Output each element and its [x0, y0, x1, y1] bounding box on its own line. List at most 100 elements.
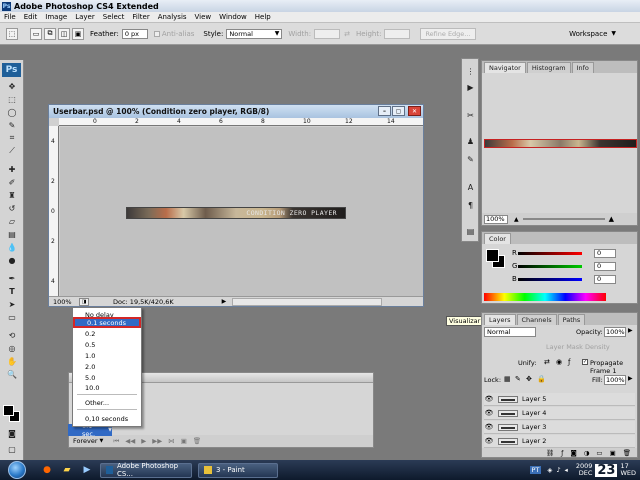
lock-position-icon[interactable]: ✥ — [526, 375, 532, 383]
lock-transparent-icon[interactable]: ▦ — [504, 375, 511, 383]
layer-row[interactable]: 👁 Layer 2 — [484, 435, 635, 448]
blue-slider[interactable] — [518, 277, 582, 281]
folder-icon[interactable]: ▰ — [60, 463, 74, 477]
healing-tool-icon[interactable]: ✚ — [6, 164, 18, 174]
zoom-slider[interactable] — [522, 218, 605, 220]
lock-image-icon[interactable]: ✎ — [515, 375, 521, 383]
unify-style-icon[interactable]: ƒ — [568, 358, 570, 366]
lasso-tool-icon[interactable]: ◯ — [6, 107, 18, 117]
notes-icon[interactable]: ▤ — [464, 225, 477, 237]
marquee-tool-preset-icon[interactable]: ⬚ — [6, 27, 18, 40]
menu-help[interactable]: Help — [251, 13, 275, 21]
language-indicator[interactable]: PT — [529, 466, 542, 474]
dodge-tool-icon[interactable]: ● — [6, 255, 18, 265]
delay-option-selected[interactable]: 0.1 seconds — [73, 317, 141, 328]
opacity-input[interactable]: 100% — [604, 327, 626, 337]
swap-icon[interactable]: ⇄ — [344, 30, 350, 38]
grip-icon[interactable]: ⋮ — [464, 65, 477, 77]
tab-histogram[interactable]: Histogram — [526, 62, 571, 73]
move-tool-icon[interactable]: ✥ — [6, 81, 18, 91]
delay-option[interactable]: 0.2 — [73, 328, 141, 339]
pen-tool-icon[interactable]: ✒ — [6, 273, 18, 283]
task-photoshop[interactable]: Adobe Photoshop CS... — [100, 462, 192, 478]
path-selection-tool-icon[interactable]: ➤ — [6, 299, 18, 309]
color-foreground-swatch[interactable] — [486, 249, 499, 262]
crop-tool-icon[interactable]: ⌗ — [6, 133, 18, 143]
tab-channels[interactable]: Channels — [516, 314, 557, 325]
menu-window[interactable]: Window — [215, 13, 251, 21]
menu-image[interactable]: Image — [41, 13, 71, 21]
delete-frame-icon[interactable]: 🗑 — [193, 437, 201, 445]
marquee-tool-icon[interactable]: ⬚ — [6, 94, 18, 104]
new-selection-icon[interactable]: ▭ — [30, 27, 42, 40]
tab-color[interactable]: Color — [484, 233, 511, 244]
loop-chevron-icon[interactable]: ▼ — [100, 438, 104, 444]
delay-option-current[interactable]: 0,10 seconds — [73, 413, 141, 424]
unify-position-icon[interactable]: ⇄ — [544, 358, 550, 366]
intersect-selection-icon[interactable]: ▣ — [72, 27, 84, 40]
status-arrow-icon[interactable]: ▶ — [222, 298, 227, 305]
tween-icon[interactable]: ⋈ — [168, 437, 175, 445]
lock-all-icon[interactable]: 🔒 — [537, 375, 546, 383]
navigator-zoom[interactable]: 100% — [484, 214, 508, 224]
minimize-button[interactable]: – — [378, 106, 391, 116]
quick-mask-icon[interactable]: ◙ — [6, 428, 18, 438]
tab-info[interactable]: Info — [571, 62, 594, 73]
maximize-button[interactable]: ▢ — [392, 106, 405, 116]
tab-navigator[interactable]: Navigator — [484, 62, 526, 73]
menu-view[interactable]: View — [191, 13, 216, 21]
menu-edit[interactable]: Edit — [20, 13, 42, 21]
new-layer-icon[interactable]: ▣ — [610, 449, 616, 457]
subtract-selection-icon[interactable]: ◫ — [58, 27, 70, 40]
style-select[interactable]: Normal ▼ — [226, 28, 283, 39]
delay-option[interactable]: 10.0 — [73, 382, 141, 393]
fill-arrow-icon[interactable]: ▶ — [628, 375, 633, 382]
visibility-eye-icon[interactable]: 👁 — [484, 395, 494, 403]
refine-edge-button[interactable]: Refine Edge... — [420, 27, 476, 40]
menu-filter[interactable]: Filter — [128, 13, 153, 21]
red-slider[interactable] — [518, 251, 582, 255]
3d-rotate-tool-icon[interactable]: ⟲ — [6, 330, 18, 340]
foreground-color-swatch[interactable] — [3, 405, 14, 416]
clone-source-icon[interactable]: ♟ — [464, 135, 477, 147]
start-button[interactable] — [8, 461, 26, 479]
brushes-icon[interactable]: ✎ — [464, 153, 477, 165]
layer-row[interactable]: 👁 Layer 4 — [484, 407, 635, 420]
layer-style-icon[interactable]: ƒ — [561, 449, 563, 457]
document-title-bar[interactable]: Userbar.psd @ 100% (Condition zero playe… — [49, 105, 423, 118]
menu-select[interactable]: Select — [99, 13, 129, 21]
red-value[interactable]: 0 — [594, 248, 616, 258]
navigator-thumbnail[interactable] — [484, 139, 637, 148]
tab-layers[interactable]: Layers — [484, 314, 516, 325]
horizontal-scrollbar[interactable] — [232, 297, 383, 306]
clone-stamp-tool-icon[interactable]: ♜ — [6, 190, 18, 200]
visibility-eye-icon[interactable]: 👁 — [484, 409, 494, 417]
green-slider[interactable] — [518, 264, 582, 268]
document-canvas[interactable]: CONDITION ZERO PLAYER — [60, 127, 423, 296]
duplicate-frame-icon[interactable]: ▣ — [181, 437, 187, 445]
link-layers-icon[interactable]: ⛓ — [546, 449, 554, 457]
eraser-tool-icon[interactable]: ▱ — [6, 216, 18, 226]
brush-tool-icon[interactable]: ✐ — [6, 177, 18, 187]
delay-option-other[interactable]: Other... — [73, 397, 141, 408]
type-tool-icon[interactable]: T — [6, 286, 18, 296]
media-icon[interactable]: ▶ — [80, 463, 94, 477]
workspace-chevron-icon[interactable]: ▼ — [611, 30, 616, 37]
delete-layer-icon[interactable]: 🗑 — [623, 449, 631, 457]
zoom-in-icon[interactable]: ▲ — [609, 215, 614, 223]
color-spectrum[interactable] — [484, 293, 606, 301]
delay-option[interactable]: 1.0 — [73, 350, 141, 361]
delay-option[interactable]: 0.5 — [73, 339, 141, 350]
previous-frame-icon[interactable]: ◀◀ — [125, 437, 135, 445]
network-icon[interactable]: ◈ — [547, 466, 552, 474]
first-frame-icon[interactable]: ⏮ — [113, 437, 119, 446]
menu-file[interactable]: File — [0, 13, 20, 21]
fill-input[interactable]: 100% — [604, 375, 626, 385]
eyedropper-tool-icon[interactable]: ⟋ — [6, 146, 18, 156]
3d-orbit-tool-icon[interactable]: ◎ — [6, 343, 18, 353]
gradient-tool-icon[interactable]: ▤ — [6, 229, 18, 239]
history-brush-tool-icon[interactable]: ↺ — [6, 203, 18, 213]
tab-paths[interactable]: Paths — [557, 314, 586, 325]
volume-icon[interactable]: ♪ — [556, 466, 560, 474]
width-input[interactable] — [314, 28, 341, 39]
